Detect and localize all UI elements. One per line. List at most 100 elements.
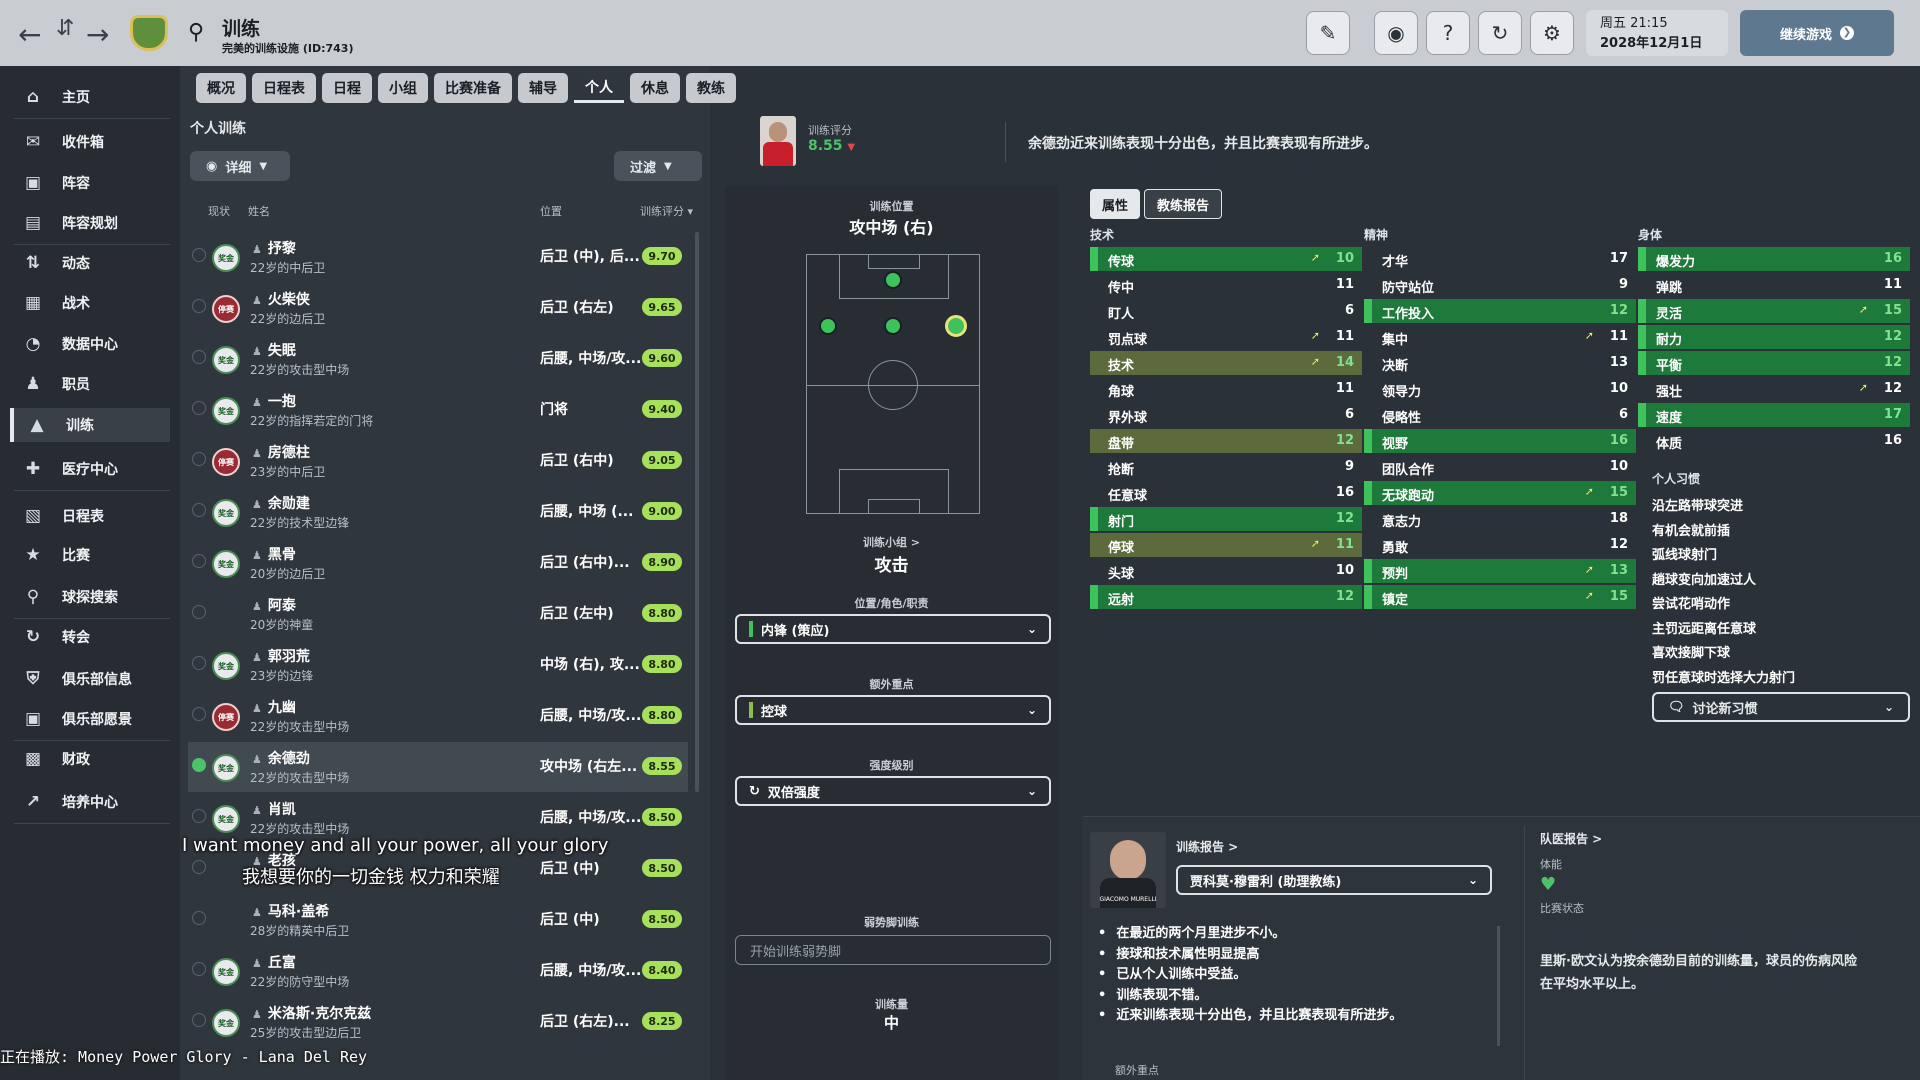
tab-coach-report[interactable]: 教练报告 bbox=[1144, 189, 1223, 219]
player-name[interactable]: ♟ 余德劲 bbox=[252, 748, 310, 768]
report-scrollbar[interactable] bbox=[1497, 926, 1500, 1046]
player-name[interactable]: ♟ 九幽 bbox=[252, 697, 296, 717]
player-name[interactable]: ♟ 肖凯 bbox=[252, 799, 296, 819]
attribute-technical[interactable]: 停球 ➚ 11 bbox=[1090, 533, 1362, 557]
intensity-select[interactable]: ↻ 双倍强度 ⌄ bbox=[735, 776, 1051, 806]
position-dot-st[interactable] bbox=[884, 271, 902, 289]
table-row[interactable]: 奖金 ♟ 丘富 22岁的防守型中场 后腰, 中场/攻... 8.40 bbox=[188, 946, 688, 996]
sidebar-item-calendar[interactable]: ▧ 日程表 bbox=[10, 499, 170, 533]
sidebar-item-trophy[interactable]: ★ 比赛 bbox=[10, 538, 170, 572]
sidebar-item-inbox[interactable]: ✉ 收件箱 bbox=[10, 125, 170, 159]
tab-attributes[interactable]: 属性 bbox=[1090, 189, 1141, 219]
table-row[interactable]: 奖金 ♟ 米洛斯·克尔克兹 25岁的攻击型边后卫 后卫 (右左)... 8.25 bbox=[188, 997, 688, 1047]
weakfoot-input[interactable]: 开始训练弱势脚 bbox=[735, 935, 1051, 965]
attribute-mental[interactable]: 意志力 18 bbox=[1364, 507, 1636, 531]
search-icon[interactable]: ⚲ bbox=[188, 20, 204, 45]
help-icon[interactable]: ? bbox=[1426, 11, 1470, 55]
edit-icon[interactable]: ✎ bbox=[1306, 11, 1350, 55]
attribute-technical[interactable]: 罚点球 ➚ 11 bbox=[1090, 325, 1362, 349]
position-dot-amr-selected[interactable] bbox=[945, 315, 967, 337]
attribute-technical[interactable]: 界外球 6 bbox=[1090, 403, 1362, 427]
attribute-mental[interactable]: 决断 13 bbox=[1364, 351, 1636, 375]
player-name[interactable]: ♟ 一抱 bbox=[252, 391, 296, 411]
player-name[interactable]: ♟ 房德柱 bbox=[252, 442, 310, 462]
row-checkbox[interactable] bbox=[192, 758, 206, 772]
row-checkbox[interactable] bbox=[192, 962, 206, 976]
player-name[interactable]: ♟ 郭羽荒 bbox=[252, 646, 310, 666]
attribute-technical[interactable]: 盘带 12 bbox=[1090, 429, 1362, 453]
player-name[interactable]: ♟ 失眠 bbox=[252, 340, 296, 360]
continue-button[interactable]: 继续游戏 ❯ bbox=[1740, 10, 1894, 56]
player-name[interactable]: ♟ 火柴侠 bbox=[252, 289, 310, 309]
filter-dropdown[interactable]: 过滤 ▼ bbox=[614, 151, 702, 181]
player-name[interactable]: ♟ 丘富 bbox=[252, 952, 296, 972]
attribute-physical[interactable]: 弹跳 11 bbox=[1638, 273, 1910, 297]
row-checkbox[interactable] bbox=[192, 401, 206, 415]
attribute-physical[interactable]: 体质 16 bbox=[1638, 429, 1910, 453]
attribute-mental[interactable]: 侵略性 6 bbox=[1364, 403, 1636, 427]
row-checkbox[interactable] bbox=[192, 911, 206, 925]
tab-3[interactable]: 小组 bbox=[378, 73, 428, 103]
attribute-mental[interactable]: 工作投入 12 bbox=[1364, 299, 1636, 323]
sidebar-item-vision[interactable]: ▣ 俱乐部愿景 bbox=[10, 702, 170, 736]
col-position[interactable]: 位置 bbox=[540, 203, 562, 219]
table-row[interactable]: 奖金 ♟ 抒黎 22岁的中后卫 后卫 (中), 后... 9.70 bbox=[188, 232, 688, 282]
sidebar-item-shirt[interactable]: ▣ 阵容 bbox=[10, 166, 170, 200]
attribute-mental[interactable]: 预判 ➚ 13 bbox=[1364, 559, 1636, 583]
player-name[interactable]: ♟ 余勋建 bbox=[252, 493, 310, 513]
focus-select[interactable]: 控球 ⌄ bbox=[735, 695, 1051, 725]
sidebar-item-development[interactable]: ↗ 培养中心 bbox=[10, 785, 170, 819]
tab-1[interactable]: 日程表 bbox=[252, 73, 316, 103]
table-row[interactable]: 奖金 ♟ 一抱 22岁的指挥若定的门将 门将 9.40 bbox=[188, 385, 688, 435]
row-checkbox[interactable] bbox=[192, 248, 206, 262]
attribute-technical[interactable]: 远射 12 bbox=[1090, 585, 1362, 609]
globe-icon[interactable]: ◉ bbox=[1374, 11, 1418, 55]
table-row[interactable]: 停赛 ♟ 火柴侠 22岁的边后卫 后卫 (右左) 9.65 bbox=[188, 283, 688, 333]
row-checkbox[interactable] bbox=[192, 350, 206, 364]
position-dot-aml[interactable] bbox=[819, 317, 837, 335]
player-name[interactable]: ♟ 米洛斯·克尔克兹 bbox=[252, 1003, 371, 1023]
discuss-habit-button[interactable]: 🗨 讨论新习惯 ⌄ bbox=[1652, 692, 1910, 722]
col-status[interactable]: 现状 bbox=[208, 203, 230, 219]
row-checkbox[interactable] bbox=[192, 554, 206, 568]
tab-6[interactable]: 个人 bbox=[574, 73, 624, 103]
tab-4[interactable]: 比赛准备 bbox=[434, 73, 512, 103]
detail-dropdown[interactable]: ◉ 详细 ▼ bbox=[190, 151, 290, 181]
attribute-mental[interactable]: 集中 ➚ 11 bbox=[1364, 325, 1636, 349]
tab-8[interactable]: 教练 bbox=[686, 73, 736, 103]
row-checkbox[interactable] bbox=[192, 299, 206, 313]
attribute-physical[interactable]: 灵活 ➚ 15 bbox=[1638, 299, 1910, 323]
attribute-mental[interactable]: 才华 17 bbox=[1364, 247, 1636, 271]
settings-icon[interactable]: ⚙ bbox=[1530, 11, 1574, 55]
training-report-link[interactable]: 训练报告 > bbox=[1176, 838, 1238, 855]
sidebar-item-transfer[interactable]: ↻ 转会 bbox=[10, 620, 170, 654]
table-row[interactable]: 奖金 ♟ 郭羽荒 23岁的边锋 中场 (右), 攻... 8.80 bbox=[188, 640, 688, 690]
tab-5[interactable]: 辅导 bbox=[518, 73, 568, 103]
row-checkbox[interactable] bbox=[192, 1013, 206, 1027]
up-down-icon[interactable]: ⇵ bbox=[56, 16, 74, 41]
attribute-technical[interactable]: 任意球 16 bbox=[1090, 481, 1362, 505]
attribute-physical[interactable]: 速度 17 bbox=[1638, 403, 1910, 427]
sidebar-item-home[interactable]: ⌂ 主页 bbox=[10, 80, 170, 114]
attribute-technical[interactable]: 盯人 6 bbox=[1090, 299, 1362, 323]
attribute-technical[interactable]: 传球 ➚ 10 bbox=[1090, 247, 1362, 271]
attribute-technical[interactable]: 射门 12 bbox=[1090, 507, 1362, 531]
table-row[interactable]: ♟ 阿泰 20岁的神童 后卫 (左中) 8.80 bbox=[188, 589, 688, 639]
attribute-physical[interactable]: 平衡 12 bbox=[1638, 351, 1910, 375]
player-name[interactable]: ♟ 黑骨 bbox=[252, 544, 296, 564]
table-row[interactable]: 停赛 ♟ 九幽 22岁的攻击型中场 后腰, 中场/攻... 8.80 bbox=[188, 691, 688, 741]
sidebar-item-staff[interactable]: ♟ 职员 bbox=[10, 367, 170, 401]
coach-select[interactable]: 贾科莫·穆雷利 (助理教练) ⌄ bbox=[1176, 865, 1492, 895]
col-name[interactable]: 姓名 bbox=[248, 203, 270, 219]
row-checkbox[interactable] bbox=[192, 809, 206, 823]
player-name[interactable]: ♟ 阿泰 bbox=[252, 595, 296, 615]
attribute-mental[interactable]: 防守站位 9 bbox=[1364, 273, 1636, 297]
row-checkbox[interactable] bbox=[192, 605, 206, 619]
table-row[interactable]: 奖金 ♟ 余德劲 22岁的攻击型中场 攻中场 (右左... 8.55 bbox=[188, 742, 688, 792]
attribute-technical[interactable]: 技术 ➚ 14 bbox=[1090, 351, 1362, 375]
row-checkbox[interactable] bbox=[192, 503, 206, 517]
tab-7[interactable]: 休息 bbox=[630, 73, 680, 103]
table-row[interactable]: 奖金 ♟ 黑骨 20岁的边后卫 后卫 (右中)... 8.90 bbox=[188, 538, 688, 588]
sidebar-item-scout[interactable]: ⚲ 球探搜索 bbox=[10, 580, 170, 614]
row-checkbox[interactable] bbox=[192, 707, 206, 721]
